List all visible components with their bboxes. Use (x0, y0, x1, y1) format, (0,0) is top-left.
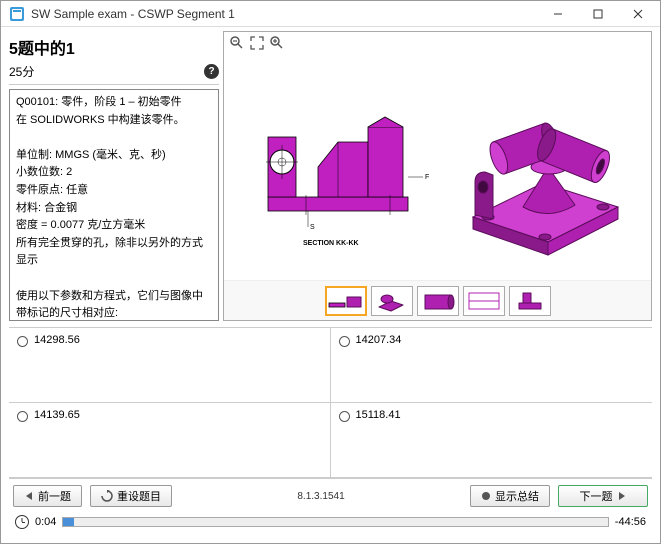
zoom-out-icon[interactable] (228, 34, 246, 52)
zoom-fit-icon[interactable] (248, 34, 266, 52)
question-text[interactable]: Q00101: 零件，阶段 1 – 初始零件在 SOLIDWORKS 中构建该零… (9, 89, 219, 321)
close-button[interactable] (618, 1, 658, 26)
minimize-button[interactable] (538, 1, 578, 26)
nav-bar: 前一题 重设题目 8.1.3.1541 显示总结 下一题 (9, 478, 652, 513)
answer-option-1[interactable]: 14298.56 (9, 328, 331, 403)
question-counter: 5题中的1 (9, 31, 219, 61)
zoom-in-icon[interactable] (268, 34, 286, 52)
version-label: 8.1.3.1541 (297, 491, 344, 502)
answer-grid: 14298.56 14207.34 14139.65 15118.41 (9, 327, 652, 478)
arrow-right-icon (617, 492, 627, 500)
refresh-icon (101, 490, 113, 502)
answer-option-4[interactable]: 15118.41 (331, 403, 653, 478)
answer-value: 14139.65 (34, 409, 80, 421)
thumbnail-3[interactable] (417, 286, 459, 316)
viewer-toolbar (224, 32, 651, 54)
section-label: SECTION KK-KK (303, 240, 359, 247)
remaining-time: -44:56 (615, 516, 646, 528)
answer-value: 14298.56 (34, 334, 80, 346)
thumbnail-4[interactable] (463, 286, 505, 316)
answer-option-3[interactable]: 14139.65 (9, 403, 331, 478)
progress-bar[interactable] (62, 517, 608, 527)
answer-option-2[interactable]: 14207.34 (331, 328, 653, 403)
prev-button[interactable]: 前一题 (13, 485, 82, 507)
image-viewer: S F SECTION KK-KK (223, 31, 652, 321)
answer-value: 15118.41 (356, 409, 401, 421)
radio-icon (17, 411, 28, 422)
thumbnail-5[interactable] (509, 286, 551, 316)
radio-icon (339, 411, 350, 422)
time-bar: 0:04 -44:56 (9, 513, 652, 535)
window-title: SW Sample exam - CSWP Segment 1 (31, 7, 538, 21)
dim-f: F (425, 174, 429, 181)
next-button[interactable]: 下一题 (558, 485, 648, 507)
content-area: 5题中的1 25分 ? Q00101: 零件，阶段 1 – 初始零件在 SOLI… (1, 27, 660, 543)
summary-button[interactable]: 显示总结 (470, 485, 550, 507)
clock-icon (15, 515, 29, 529)
question-points: 25分 (9, 63, 34, 80)
radio-icon (339, 336, 350, 347)
maximize-button[interactable] (578, 1, 618, 26)
answer-value: 14207.34 (356, 334, 402, 346)
dim-s: S (310, 224, 315, 231)
titlebar: SW Sample exam - CSWP Segment 1 (1, 1, 660, 27)
app-icon (9, 6, 25, 22)
thumbnail-1[interactable] (325, 286, 367, 316)
elapsed-time: 0:04 (35, 516, 56, 528)
thumbnail-2[interactable] (371, 286, 413, 316)
reset-button[interactable]: 重设题目 (90, 485, 172, 507)
arrow-left-icon (24, 492, 34, 500)
help-icon[interactable]: ? (204, 64, 219, 79)
app-window: SW Sample exam - CSWP Segment 1 5题中的1 25… (0, 0, 661, 544)
radio-icon (17, 336, 28, 347)
viewer-canvas[interactable]: S F SECTION KK-KK (224, 54, 651, 280)
list-icon (481, 491, 491, 501)
thumbnail-strip (224, 280, 651, 320)
question-pane: 5题中的1 25分 ? Q00101: 零件，阶段 1 – 初始零件在 SOLI… (9, 31, 219, 321)
